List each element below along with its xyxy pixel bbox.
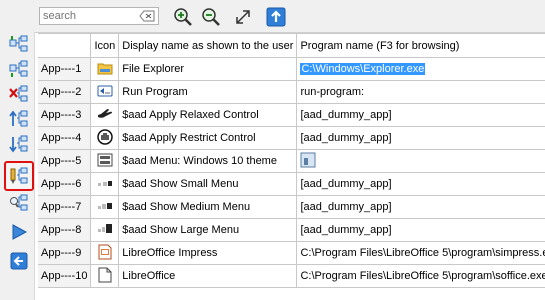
program-cell[interactable]: [aad_dummy_app] [296,195,545,219]
expand-icon[interactable] [232,6,254,28]
row-icon-cell[interactable] [90,264,120,288]
left-toolbar [0,0,35,300]
row-header[interactable]: App----4 [38,126,92,150]
upload-icon[interactable] [265,6,287,28]
row-icon-cell[interactable] [90,218,120,242]
move-up-icon[interactable] [8,109,30,129]
program-cell[interactable]: [aad_dummy_app] [296,218,545,242]
search-input[interactable] [43,9,133,23]
run-icon [97,84,113,101]
display-name-cell[interactable]: $aad Apply Relaxed Control [118,103,298,127]
table-row[interactable]: App----4 $aad Apply Restrict Control [aa… [38,126,545,150]
row-header[interactable]: App----2 [38,80,92,104]
program-cell[interactable]: C:\Program Files\LibreOffice 5\program\s… [296,241,545,265]
display-name-cell[interactable]: $aad Show Medium Menu [118,195,298,219]
folder-icon [97,61,113,78]
add-subitem-icon[interactable] [8,59,30,79]
program-cell[interactable] [296,149,545,173]
row-header[interactable]: App----6 [38,172,92,196]
table-row[interactable]: App----7 $aad Show Medium Menu [aad_dumm… [38,195,545,219]
stop-hand-icon [97,128,113,148]
display-name-cell[interactable]: LibreOffice Impress [118,241,298,265]
row-icon-cell[interactable] [90,80,120,104]
display-name-cell[interactable]: $aad Show Large Menu [118,218,298,242]
run-icon[interactable] [8,222,30,242]
row-header[interactable]: App----10 [38,264,92,288]
table-row[interactable]: App----6 $aad Show Small Menu [aad_dummy… [38,172,545,196]
display-name-cell[interactable]: Run Program [118,80,298,104]
row-icon-cell[interactable] [90,57,120,81]
table-row[interactable]: App----10 LibreOffice C:\Program Files\L… [38,264,545,288]
delete-item-icon[interactable] [8,84,30,104]
zoom-in-icon[interactable] [172,6,194,28]
table-row[interactable]: App----2 Run Program run-program: [38,80,545,104]
program-cell[interactable]: [aad_dummy_app] [296,103,545,127]
corner-header [38,33,92,58]
row-icon-cell[interactable] [90,149,120,173]
row-icon-cell[interactable] [90,126,120,150]
row-header[interactable]: App----9 [38,241,92,265]
program-placeholder-icon [300,152,316,171]
windows-icon [97,153,113,170]
zoom-out-icon[interactable] [200,6,222,28]
display-name-cell[interactable]: $aad Menu: Windows 10 theme [118,149,298,173]
row-header[interactable]: App----5 [38,149,92,173]
table-row[interactable]: App----8 $aad Show Large Menu [aad_dummy… [38,218,545,242]
row-header[interactable]: App----1 [38,57,92,81]
move-down-icon[interactable] [8,134,30,154]
top-toolbar [34,0,545,33]
row-icon-cell[interactable] [90,172,120,196]
row-header[interactable]: App----3 [38,103,92,127]
display-name-cell[interactable]: $aad Apply Restrict Control [118,126,298,150]
program-cell[interactable]: [aad_dummy_app] [296,126,545,150]
display-name-cell[interactable]: File Explorer [118,57,298,81]
medium-menu-icon [97,201,113,214]
clear-search-icon[interactable] [139,10,155,22]
row-icon-cell[interactable] [90,241,120,265]
back-arrow-icon[interactable] [8,251,30,271]
table-row[interactable]: App----5 $aad Menu: Windows 10 theme [38,149,545,173]
add-item-icon[interactable] [8,34,30,54]
display-name-cell[interactable]: LibreOffice [118,264,298,288]
row-icon-cell[interactable] [90,195,120,219]
table-row[interactable]: App----3 $aad Apply Relaxed Control [aad… [38,103,545,127]
large-menu-icon [97,223,113,238]
app-grid: Icon Display name as shown to the user P… [38,33,545,300]
program-cell[interactable]: run-program: [296,80,545,104]
table-row[interactable]: App----1 File Explorer C:\Windows\Explor… [38,57,545,81]
column-header-icon[interactable]: Icon [90,33,120,58]
row-header[interactable]: App----8 [38,218,92,242]
app-table: Icon Display name as shown to the user P… [38,33,545,288]
impress-icon [97,244,113,263]
column-header-display-name[interactable]: Display name as shown to the user [118,33,298,58]
program-value-selected[interactable]: C:\Windows\Explorer.exe [300,63,426,75]
table-row[interactable]: App----9 LibreOffice Impress C:\Program … [38,241,545,265]
program-cell[interactable]: C:\Windows\Explorer.exe [296,57,545,81]
small-menu-icon [97,178,113,191]
row-header[interactable]: App----7 [38,195,92,219]
program-cell[interactable]: C:\Program Files\LibreOffice 5\program\s… [296,264,545,288]
row-icon-cell[interactable] [90,103,120,127]
search-box[interactable] [39,7,159,25]
program-cell[interactable]: [aad_dummy_app] [296,172,545,196]
column-header-program[interactable]: Program name (F3 for browsing) [296,33,545,58]
header-row: Icon Display name as shown to the user P… [38,33,545,58]
find-item-icon[interactable] [8,193,30,213]
hand-icon [97,107,113,124]
display-name-cell[interactable]: $aad Show Small Menu [118,172,298,196]
edit-item-icon[interactable] [4,161,34,191]
document-icon [97,267,113,286]
